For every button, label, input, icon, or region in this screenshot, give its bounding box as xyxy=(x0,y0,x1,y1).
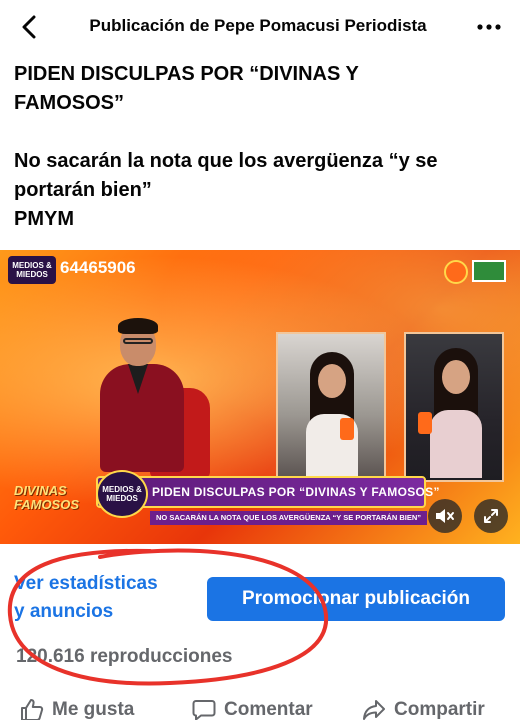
presenter-glasses xyxy=(123,338,153,344)
interviewee-face xyxy=(442,360,470,394)
post-text-spacer xyxy=(14,118,504,147)
share-arrow-icon xyxy=(363,700,385,720)
interviewee-figure xyxy=(304,352,360,480)
share-button[interactable]: Compartir xyxy=(362,698,485,720)
presenter-figure xyxy=(90,318,200,472)
view-insights-line: Ver estadísticas xyxy=(14,573,158,594)
radio-badge-icon xyxy=(444,260,468,284)
show-logo-bottom: FAMOSOS xyxy=(14,497,80,512)
fullscreen-button[interactable] xyxy=(474,499,508,533)
post-actions-bar: Me gusta Comentar Compartir xyxy=(0,694,520,720)
comment-bubble-icon xyxy=(192,700,216,720)
flag-icon xyxy=(472,260,506,282)
presenter-hair xyxy=(118,318,158,334)
show-logo: DIVINAS FAMOSOS xyxy=(14,484,79,512)
lower-third-subheadline: NO SACARÁN LA NOTA QUE LOS AVERGÜENZA “Y… xyxy=(150,511,428,525)
fullscreen-icon xyxy=(484,509,498,523)
interviewee-dress xyxy=(430,410,482,478)
top-bar: Publicación de Pepe Pomacusi Periodista xyxy=(0,0,520,52)
microphone-icon xyxy=(418,412,432,434)
thumbs-up-icon xyxy=(21,699,44,720)
chevron-left-icon xyxy=(22,15,36,39)
post-text-line: FAMOSOS” xyxy=(14,92,125,114)
interviewee-face xyxy=(318,364,346,398)
post-text: PIDEN DISCULPAS POR “DIVINAS Y FAMOSOS” … xyxy=(14,60,504,234)
lower-third-logo: MEDIOS & MIEDOS xyxy=(96,470,148,518)
comment-label: Comentar xyxy=(224,699,313,720)
post-text-line: portarán bien” xyxy=(14,179,152,201)
interview-panel-right xyxy=(404,332,504,482)
lower-third-headline: PIDEN DISCULPAS POR “DIVINAS Y FAMOSOS” xyxy=(152,485,440,499)
interview-panel-left xyxy=(276,332,386,482)
comment-button[interactable]: Comentar xyxy=(192,698,313,720)
post-text-line: PMYM xyxy=(14,208,74,230)
channel-logo: MEDIOS & MIEDOS xyxy=(8,256,56,284)
page-title: Publicación de Pepe Pomacusi Periodista xyxy=(89,16,427,35)
like-label: Me gusta xyxy=(52,699,135,720)
more-dots-icon xyxy=(477,24,501,30)
video-phone-number: 64465906 xyxy=(60,258,136,277)
mute-button[interactable] xyxy=(428,499,462,533)
interviewee-figure xyxy=(428,348,484,478)
volume-muted-icon xyxy=(436,509,454,523)
post-text-line: No sacarán la nota que los avergüenza “y… xyxy=(14,150,438,172)
like-button[interactable]: Me gusta xyxy=(20,698,134,720)
show-logo-top: DIVINAS xyxy=(14,483,67,498)
back-button[interactable] xyxy=(14,12,44,42)
more-options-button[interactable] xyxy=(474,14,504,40)
view-insights-link[interactable]: Ver estadísticas y anuncios xyxy=(14,570,204,626)
promote-post-button[interactable]: Promocionar publicación xyxy=(207,577,505,621)
microphone-icon xyxy=(340,418,354,440)
view-insights-line: y anuncios xyxy=(14,601,114,622)
radio-logo xyxy=(444,260,510,288)
video-player[interactable]: MEDIOS & MIEDOS 64465906 DIVINAS FAMOSOS xyxy=(0,250,520,544)
share-label: Compartir xyxy=(394,699,485,720)
post-text-line: PIDEN DISCULPAS POR “DIVINAS Y xyxy=(14,63,359,85)
view-count: 120.616 reproducciones xyxy=(16,646,233,667)
